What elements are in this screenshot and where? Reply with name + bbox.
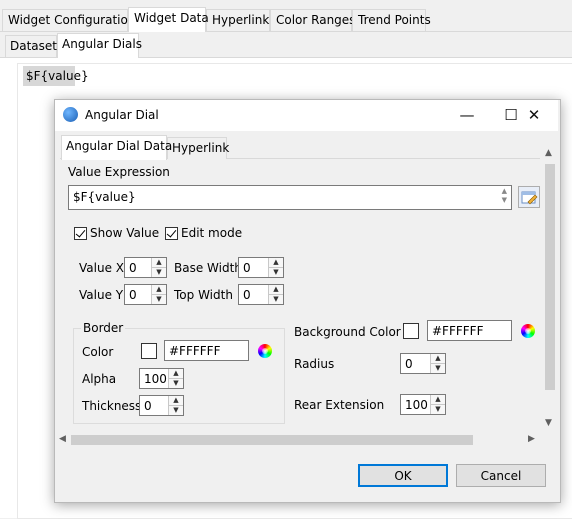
background-color-value: #FFFFFF [432, 324, 484, 338]
edit-expression-icon [521, 191, 538, 205]
minimize-icon: — [459, 106, 475, 124]
spin-down-icon[interactable]: ▼ [269, 268, 283, 278]
alpha-value: 100 [144, 372, 167, 386]
spin-down-icon[interactable]: ▼ [431, 405, 445, 415]
show-value-checkbox[interactable] [74, 227, 87, 240]
top-width-value: 0 [243, 288, 251, 302]
value-y-spinner[interactable]: 0 ▲ ▼ [124, 284, 167, 305]
value-expression-input[interactable]: $F{value} ▲ ▼ [68, 185, 512, 210]
spin-down-icon[interactable]: ▼ [169, 379, 183, 389]
spin-up-icon[interactable]: ▲ [269, 258, 283, 268]
close-button[interactable]: ✕ [512, 100, 556, 130]
radius-label: Radius [294, 357, 335, 371]
show-value-label: Show Value [90, 226, 160, 240]
tab-trend-points[interactable]: Trend Points [352, 9, 431, 31]
spin-up-icon[interactable]: ▲ [169, 396, 183, 406]
alpha-spinner[interactable]: 100 ▲ ▼ [139, 368, 184, 389]
value-expression-text: $F{value} [73, 190, 136, 204]
vertical-scroll-thumb[interactable] [545, 164, 555, 390]
value-x-label: Value X [79, 261, 124, 275]
thickness-spinner[interactable]: 0 ▲ ▼ [139, 395, 184, 416]
spin-up-icon[interactable]: ▲ [169, 369, 183, 379]
base-width-value: 0 [243, 261, 251, 275]
expression-scroll-icon[interactable]: ▲ ▼ [502, 187, 507, 205]
rear-extension-spinner[interactable]: 100 ▲ ▼ [400, 394, 446, 415]
border-color-picker-icon[interactable] [258, 344, 272, 358]
border-color-input[interactable]: #FFFFFF [164, 340, 249, 361]
tab-hyperlink[interactable]: Hyperlink [206, 9, 270, 31]
spin-up-icon[interactable]: ▲ [431, 354, 445, 364]
rear-extension-label: Rear Extension [294, 398, 385, 412]
tab-angular-dial-data[interactable]: Angular Dial Data [61, 135, 172, 160]
thickness-value: 0 [144, 399, 152, 413]
spin-down-icon[interactable]: ▼ [152, 295, 166, 305]
alpha-label: Alpha [82, 372, 117, 386]
background-color-swatch[interactable] [403, 323, 419, 339]
tab-panel-border [0, 31, 572, 32]
value-y-label: Value Y [79, 288, 124, 302]
border-color-label: Color [82, 345, 114, 359]
horizontal-scroll-thumb[interactable] [71, 435, 473, 445]
spin-down-icon[interactable]: ▼ [152, 268, 166, 278]
spin-down-icon[interactable]: ▼ [269, 295, 283, 305]
value-expression-label: Value Expression [68, 165, 170, 179]
value-x-spinner[interactable]: 0 ▲ ▼ [124, 257, 167, 278]
tab-color-ranges[interactable]: Color Ranges [270, 9, 355, 31]
dialog-titlebar[interactable]: Angular Dial — ☐ ✕ [55, 100, 558, 131]
edit-mode-label: Edit mode [181, 226, 243, 240]
vertical-scrollbar[interactable]: ▲ ▼ [542, 146, 558, 432]
value-y-value: 0 [129, 288, 137, 302]
cancel-button[interactable]: Cancel [456, 464, 546, 487]
scroll-down-icon[interactable]: ▼ [545, 418, 552, 428]
spin-up-icon[interactable]: ▲ [431, 395, 445, 405]
subtab-dataset[interactable]: Dataset [5, 35, 57, 57]
spin-up-icon[interactable]: ▲ [152, 258, 166, 268]
subtab-angular-dials[interactable]: Angular Dials [57, 33, 142, 58]
app-icon [63, 107, 78, 122]
dial-list-item[interactable]: $F{value} [23, 66, 89, 86]
top-width-label: Top Width [174, 288, 233, 302]
spin-down-icon[interactable]: ▼ [169, 406, 183, 416]
thickness-label: Thickness [82, 399, 142, 413]
radius-value: 0 [405, 357, 413, 371]
close-icon: ✕ [527, 106, 541, 124]
spin-up-icon[interactable]: ▲ [152, 285, 166, 295]
horizontal-scrollbar[interactable]: ◀ ▶ [55, 432, 542, 448]
tab-dialog-hyperlink[interactable]: Hyperlink [167, 137, 229, 159]
scroll-right-icon[interactable]: ▶ [528, 434, 535, 444]
border-group-title: Border [81, 321, 126, 335]
spin-down-icon[interactable]: ▼ [431, 364, 445, 374]
top-width-spinner[interactable]: 0 ▲ ▼ [238, 284, 284, 305]
background-color-input[interactable]: #FFFFFF [427, 320, 512, 341]
scroll-up-icon[interactable]: ▲ [545, 148, 552, 158]
dialog-title: Angular Dial [85, 108, 159, 122]
angular-dial-dialog: Angular Dial — ☐ ✕ Angular Dial Data Hyp… [54, 99, 561, 503]
background-color-picker-icon[interactable] [521, 324, 535, 338]
expression-editor-button[interactable] [518, 186, 540, 208]
radius-spinner[interactable]: 0 ▲ ▼ [400, 353, 446, 374]
edit-mode-checkbox[interactable] [165, 227, 178, 240]
tab-widget-configuration[interactable]: Widget Configuration [2, 9, 135, 31]
border-color-value: #FFFFFF [169, 344, 221, 358]
background-color-label: Background Color [294, 325, 401, 339]
scroll-left-icon[interactable]: ◀ [59, 434, 66, 444]
tab-widget-data[interactable]: Widget Data [128, 7, 209, 32]
ok-button[interactable]: OK [358, 464, 448, 487]
border-color-swatch[interactable] [141, 343, 157, 359]
base-width-spinner[interactable]: 0 ▲ ▼ [238, 257, 284, 278]
minimize-button[interactable]: — [445, 100, 489, 130]
base-width-label: Base Width [174, 261, 242, 275]
value-x-value: 0 [129, 261, 137, 275]
spin-up-icon[interactable]: ▲ [269, 285, 283, 295]
rear-extension-value: 100 [405, 398, 428, 412]
